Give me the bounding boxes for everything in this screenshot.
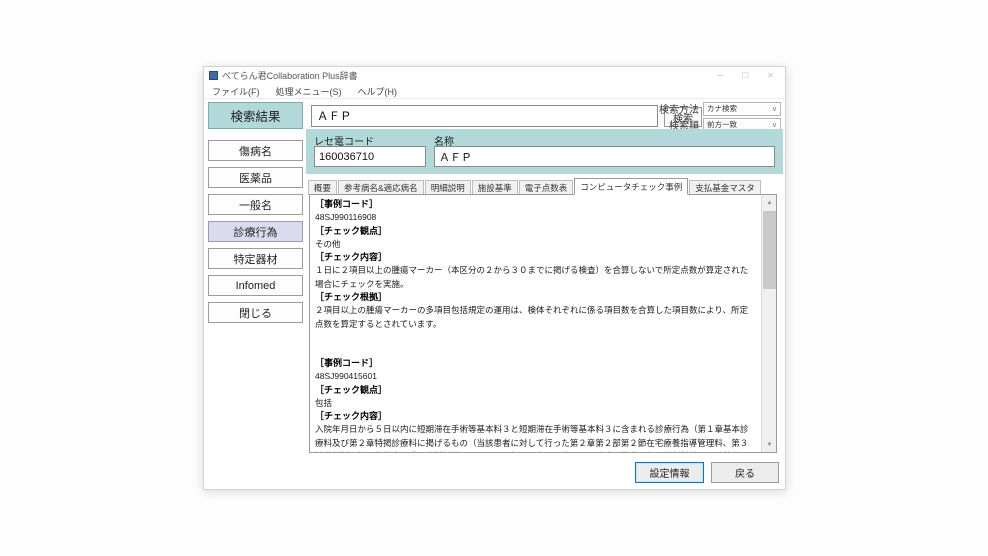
check-content-heading: ［チェック内容］	[315, 410, 755, 423]
check-case-2: ［事例コード］ 48SJ990415601 ［チェック観点］ 包括 ［チェック内…	[315, 357, 755, 452]
sidebar-item-material[interactable]: 特定器材	[208, 248, 303, 269]
sidebar-item-infomed[interactable]: Infomed	[208, 275, 303, 296]
sidebar-item-close[interactable]: 閉じる	[208, 302, 303, 323]
tab-detail-description[interactable]: 明細説明	[425, 180, 471, 195]
case-code-value: 48SJ990116908	[315, 211, 755, 224]
scrollbar-thumb[interactable]	[763, 211, 776, 289]
close-icon[interactable]: ✕	[758, 67, 783, 84]
check-content-value: １日に２項目以上の腫瘍マーカー（本区分の２から３０までに掲げる検査）を合算しない…	[315, 264, 755, 291]
title-bar[interactable]: べてらん君Collaboration Plus辞書 ─ ☐ ✕	[204, 67, 785, 84]
tab-electronic-score[interactable]: 電子点数表	[519, 180, 574, 195]
tab-reference-disease[interactable]: 参考病名&適応病名	[338, 180, 424, 195]
check-basis-heading: ［チェック根拠］	[315, 291, 755, 304]
search-method-select[interactable]: カナ検索 ∨	[703, 102, 781, 116]
search-method-value: カナ検索	[707, 103, 737, 114]
sidebar-item-disease[interactable]: 傷病名	[208, 140, 303, 161]
check-viewpoint-value: 包括	[315, 397, 755, 410]
window-title: べてらん君Collaboration Plus辞書	[222, 69, 358, 82]
app-icon	[209, 71, 218, 80]
vertical-scrollbar[interactable]: ▲ ▼	[761, 195, 776, 452]
app-window: べてらん君Collaboration Plus辞書 ─ ☐ ✕ ファイル(F) …	[203, 66, 786, 490]
search-method-label: 検索方法	[659, 101, 699, 116]
minimize-icon[interactable]: ─	[708, 67, 733, 84]
tab-overview[interactable]: 概要	[308, 180, 337, 195]
case-code-heading: ［事例コード］	[315, 198, 755, 211]
menu-help[interactable]: ヘルプ(H)	[350, 85, 406, 98]
maximize-icon[interactable]: ☐	[733, 67, 758, 84]
menu-bar: ファイル(F) 処理メニュー(S) ヘルプ(H)	[204, 84, 785, 99]
scroll-down-icon[interactable]: ▼	[762, 437, 777, 452]
check-case-1: ［事例コード］ 48SJ990116908 ［チェック観点］ その他 ［チェック…	[315, 198, 755, 331]
tab-facility-standard[interactable]: 施設基準	[472, 180, 518, 195]
check-content-heading: ［チェック内容］	[315, 251, 755, 264]
check-case-text: ［事例コード］ 48SJ990116908 ［チェック観点］ その他 ［チェック…	[310, 195, 760, 452]
desktop-background: べてらん君Collaboration Plus辞書 ─ ☐ ✕ ファイル(F) …	[0, 0, 988, 556]
case-code-heading: ［事例コード］	[315, 357, 755, 370]
check-viewpoint-heading: ［チェック観点］	[315, 225, 755, 238]
chevron-down-icon: ∨	[772, 103, 777, 117]
settings-info-button[interactable]: 設定情報	[635, 462, 704, 483]
check-content-value: 入院年月日から５日以内に短期滞在手術等基本料３と短期滞在手術等基本料３に含まれる…	[315, 423, 755, 452]
back-button[interactable]: 戻る	[711, 462, 779, 483]
scroll-up-icon[interactable]: ▲	[762, 195, 777, 210]
name-input[interactable]	[434, 146, 775, 167]
check-viewpoint-value: その他	[315, 238, 755, 251]
category-sidebar: 傷病名 医薬品 一般名 診療行為 特定器材 Infomed 閉じる	[208, 140, 303, 329]
receipt-code-input[interactable]	[314, 146, 426, 167]
search-result-label: 検索結果	[208, 102, 303, 129]
case-code-value: 48SJ990415601	[315, 370, 755, 383]
search-input[interactable]	[311, 105, 658, 127]
check-viewpoint-heading: ［チェック観点］	[315, 384, 755, 397]
sidebar-item-drug[interactable]: 医薬品	[208, 167, 303, 188]
record-panel: レセ電コード 名称	[306, 129, 783, 174]
menu-process[interactable]: 処理メニュー(S)	[268, 85, 350, 98]
check-basis-value: ２項目以上の腫瘍マーカーの多項目包括規定の運用は、検体それぞれに係る項目数を合算…	[315, 304, 755, 331]
sidebar-item-treatment[interactable]: 診療行為	[208, 221, 303, 242]
tab-computer-check-cases[interactable]: コンピュータチェック事例	[574, 178, 688, 195]
detail-tabs: 概要 参考病名&適応病名 明細説明 施設基準 電子点数表 コンピュータチェック事…	[308, 178, 762, 195]
menu-file[interactable]: ファイル(F)	[204, 85, 268, 98]
sidebar-item-generic[interactable]: 一般名	[208, 194, 303, 215]
check-case-content[interactable]: ［事例コード］ 48SJ990116908 ［チェック観点］ その他 ［チェック…	[309, 194, 777, 453]
tab-payment-fund-master[interactable]: 支払基金マスタ	[689, 180, 761, 195]
